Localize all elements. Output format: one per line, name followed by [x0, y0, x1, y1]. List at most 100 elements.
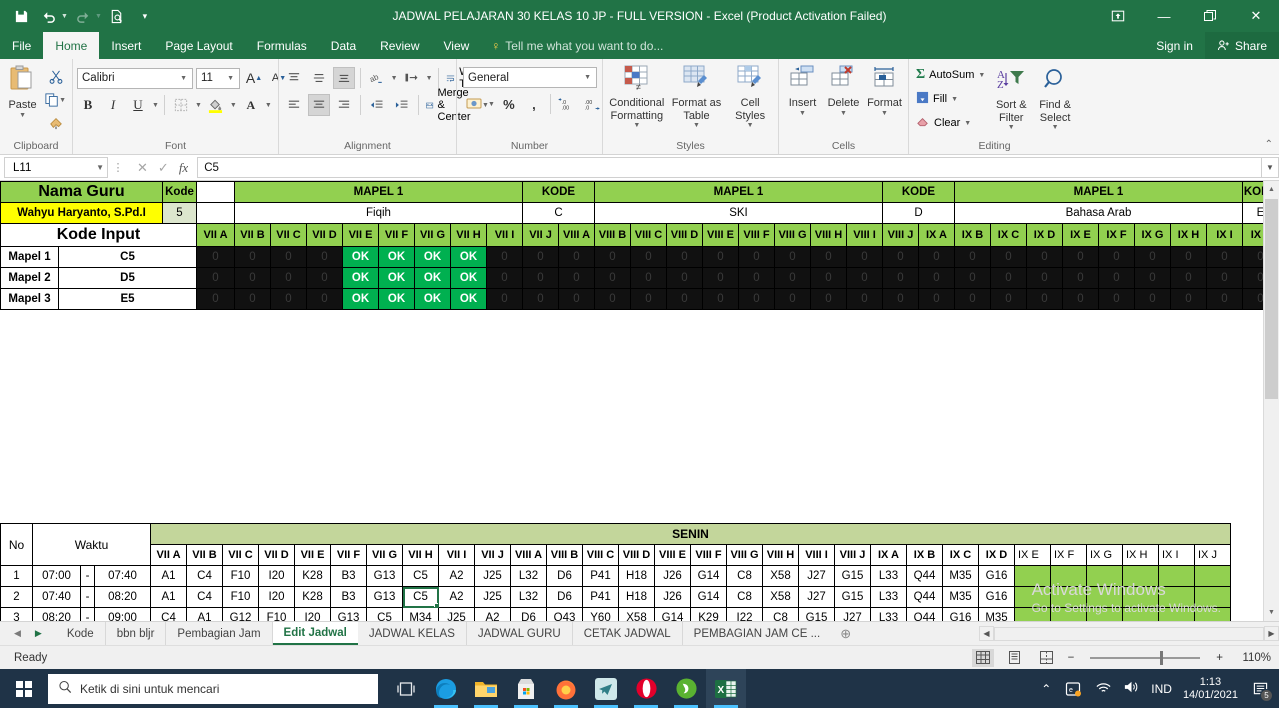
copy-button[interactable]: ▼ [43, 89, 68, 111]
row-end-time[interactable]: 08:20 [94, 586, 151, 608]
schedule-cell[interactable]: A2 [438, 565, 475, 587]
mapel-status-cell[interactable]: 0 [1206, 246, 1243, 268]
schedule-empty-cell[interactable] [1014, 565, 1051, 587]
zoom-out-button[interactable]: − [1068, 652, 1075, 664]
undo-icon[interactable] [36, 4, 62, 28]
share-button[interactable]: Share [1204, 32, 1279, 59]
schedule-cell[interactable]: Y60 [582, 607, 619, 621]
mapel-status-cell[interactable]: 0 [702, 288, 739, 310]
schedule-cell[interactable]: A1 [150, 565, 187, 587]
mapel-status-cell[interactable]: 0 [882, 246, 919, 268]
mapel-status-cell[interactable]: 0 [234, 267, 271, 289]
scroll-up-icon[interactable]: ▲ [1264, 181, 1279, 198]
name-box[interactable]: L11 ▼ [4, 157, 108, 178]
clear-dropdown-icon[interactable]: ▼ [964, 120, 971, 127]
mapel-status-cell[interactable]: 0 [196, 288, 235, 310]
align-right-icon[interactable] [333, 94, 355, 116]
schedule-cell[interactable]: I22 [726, 607, 763, 621]
schedule-cell[interactable]: C5 [402, 565, 439, 587]
schedule-empty-cell[interactable] [1158, 565, 1195, 587]
mapel-status-cell[interactable]: 0 [882, 267, 919, 289]
schedule-cell[interactable]: F10 [258, 607, 295, 621]
schedule-empty-cell[interactable] [1194, 565, 1231, 587]
schedule-empty-cell[interactable] [1086, 586, 1123, 608]
mapel-status-cell[interactable]: 0 [918, 288, 955, 310]
format-as-table-button[interactable]: Format as Table ▼ [669, 62, 725, 130]
schedule-cell[interactable]: M35 [942, 565, 979, 587]
mapel-status-cell[interactable]: 0 [882, 288, 919, 310]
schedule-empty-cell[interactable] [1050, 565, 1087, 587]
mapel-status-cell[interactable]: 0 [954, 288, 991, 310]
format-cells-button[interactable]: Format ▼ [865, 62, 904, 118]
tell-me-box[interactable]: ♀ Tell me what you want to do... [481, 32, 663, 59]
cut-button[interactable] [43, 66, 68, 88]
paste-dropdown-icon[interactable]: ▼ [19, 112, 26, 120]
schedule-cell[interactable]: J26 [654, 586, 691, 608]
font-color-button[interactable]: A [240, 94, 262, 116]
mapel-status-cell[interactable]: 0 [486, 246, 523, 268]
mapel-status-cell[interactable]: 0 [522, 246, 559, 268]
italic-button[interactable]: I [102, 94, 124, 116]
schedule-cell[interactable]: X58 [618, 607, 655, 621]
schedule-cell[interactable]: G12 [222, 607, 259, 621]
mapel-status-cell[interactable]: OK [414, 246, 451, 268]
mapel-status-cell[interactable]: 0 [594, 246, 631, 268]
schedule-cell[interactable]: L32 [510, 586, 547, 608]
schedule-cell[interactable]: G16 [942, 607, 979, 621]
mapel-status-cell[interactable]: OK [342, 288, 379, 310]
schedule-cell[interactable]: J26 [654, 565, 691, 587]
page-break-view-icon[interactable] [1036, 649, 1058, 667]
schedule-cell[interactable]: G13 [366, 586, 403, 608]
schedule-empty-cell[interactable] [1050, 607, 1087, 621]
row-start-time[interactable]: 08:20 [32, 607, 81, 621]
schedule-empty-cell[interactable] [1158, 607, 1195, 621]
normal-view-icon[interactable] [971, 648, 994, 667]
telegram-icon[interactable] [586, 669, 626, 708]
schedule-cell[interactable]: B3 [330, 586, 367, 608]
schedule-cell[interactable]: C4 [186, 565, 223, 587]
schedule-cell[interactable]: D6 [510, 607, 547, 621]
underline-button[interactable]: U [127, 94, 149, 116]
mapel-status-cell[interactable]: 0 [990, 246, 1027, 268]
mapel-status-cell[interactable]: OK [342, 267, 379, 289]
delete-cells-button[interactable]: Delete ▼ [824, 62, 863, 118]
show-hidden-icons-icon[interactable]: ⌃ [1041, 682, 1051, 696]
accounting-dropdown-icon[interactable]: ▼ [488, 101, 495, 108]
row-start-time[interactable]: 07:00 [32, 565, 81, 587]
mapel-status-cell[interactable]: 0 [702, 267, 739, 289]
format-cells-dropdown-icon[interactable]: ▼ [881, 110, 888, 118]
mapel-status-cell[interactable]: 0 [558, 267, 595, 289]
mapel-status-cell[interactable]: 0 [630, 246, 667, 268]
sheet-tab-pembagian-jam-ce[interactable]: PEMBAGIAN JAM CE ... [683, 622, 832, 645]
mapel-status-cell[interactable]: 0 [486, 267, 523, 289]
schedule-cell[interactable]: C8 [726, 565, 763, 587]
mapel-2-kode[interactable]: D [882, 202, 955, 224]
mapel-status-cell[interactable]: 0 [558, 288, 595, 310]
teacher-name[interactable]: Wahyu Haryanto, S.Pd.I [0, 202, 163, 224]
ribbon-tab-view[interactable]: View [432, 32, 482, 59]
vertical-scroll-thumb[interactable] [1265, 199, 1278, 399]
paste-button[interactable]: Paste ▼ [4, 62, 41, 120]
close-icon[interactable]: ✕ [1233, 0, 1279, 32]
text-direction-icon[interactable] [401, 67, 423, 89]
conditional-formatting-button[interactable]: ≠ Conditional Formatting ▼ [607, 62, 667, 130]
borders-button[interactable] [170, 94, 192, 116]
font-size-combo[interactable]: 11 ▼ [196, 67, 240, 89]
search-input[interactable]: Ketik di sini untuk mencari [48, 673, 378, 704]
mapel-status-cell[interactable]: 0 [306, 267, 343, 289]
mapel-status-cell[interactable]: 0 [558, 246, 595, 268]
formula-input[interactable]: C5 [197, 157, 1261, 178]
schedule-cell[interactable]: P41 [582, 586, 619, 608]
schedule-cell[interactable]: D6 [546, 565, 583, 587]
schedule-cell[interactable]: C8 [762, 607, 799, 621]
mapel-status-cell[interactable]: 0 [810, 267, 847, 289]
mapel-status-cell[interactable]: 0 [810, 288, 847, 310]
ribbon-tab-review[interactable]: Review [368, 32, 431, 59]
autosum-dropdown-icon[interactable]: ▼ [978, 72, 985, 79]
mapel-status-cell[interactable]: OK [414, 267, 451, 289]
volume-icon[interactable] [1123, 680, 1140, 697]
row-end-time[interactable]: 07:40 [94, 565, 151, 587]
nav-next-icon[interactable]: ▶ [35, 628, 42, 639]
bold-button[interactable]: B [77, 94, 99, 116]
expand-formula-bar-icon[interactable]: ▼ [1261, 157, 1279, 178]
